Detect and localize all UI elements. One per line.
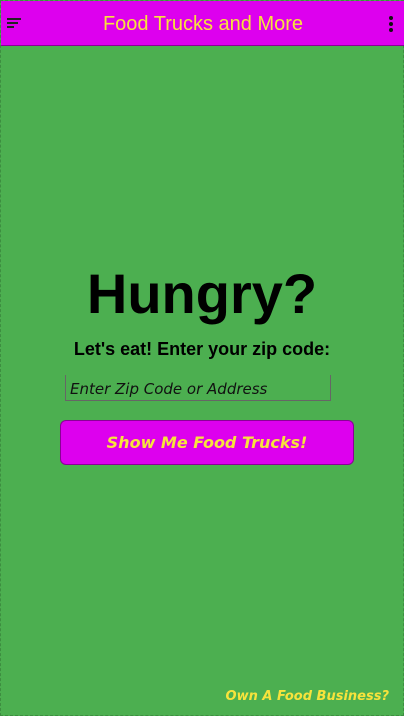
show-food-trucks-button[interactable]: Show Me Food Trucks! [60,420,354,465]
app-bar: Food Trucks and More [1,1,404,46]
app-title: Food Trucks and More [102,13,304,35]
zip-code-input[interactable] [65,375,331,401]
own-food-business-link[interactable]: Own A Food Business? [226,689,389,705]
more-vertical-icon[interactable] [389,16,393,32]
hero-headline: Hungry? [86,262,318,325]
hero-subheadline: Let's eat! Enter your zip code: [73,339,331,359]
